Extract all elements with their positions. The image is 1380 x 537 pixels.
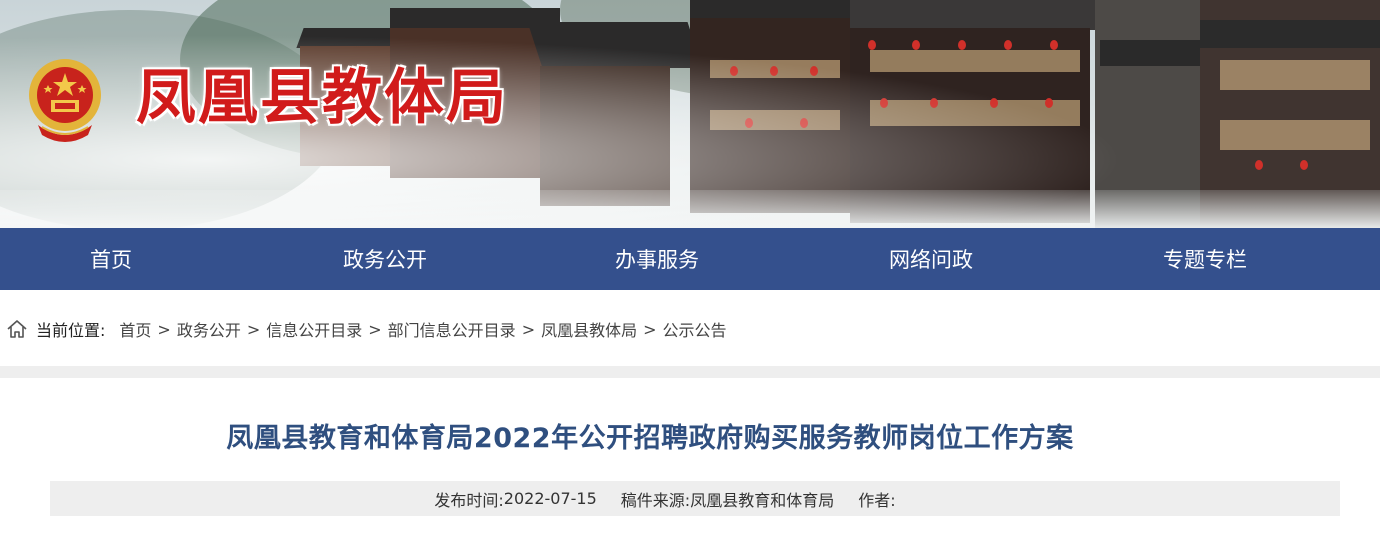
breadcrumb-label: 当前位置: [36,321,106,340]
breadcrumb-info-catalog[interactable]: 信息公开目录 [266,317,362,341]
section-divider [0,366,1380,378]
breadcrumb-announcements[interactable]: 公示公告 [663,317,727,341]
breadcrumb-department-catalog[interactable]: 部门信息公开目录 [388,317,516,341]
nav-item-online-inquiry[interactable]: 网络问政 [766,228,1096,290]
nav-item-government-affairs[interactable]: 政务公开 [222,228,548,290]
breadcrumb-home[interactable]: 首页 [119,317,151,341]
breadcrumb-separator: > [246,319,261,339]
breadcrumb-separator: > [368,319,382,339]
source-label: 稿件来源: [620,490,691,510]
breadcrumb-department[interactable]: 凤凰县教体局 [541,317,637,341]
home-icon [7,320,27,338]
article-title: 凤凰县教育和体育局2022年公开招聘政府购买服务教师岗位工作方案 [226,423,1074,454]
source-value: 凤凰县教育和体育局 [690,490,835,510]
site-title: 凤凰县教体局 [136,63,508,133]
nav-item-home[interactable]: 首页 [0,228,222,290]
breadcrumb: 当前位置: 首页 > 政务公开 > 信息公开目录 > 部门信息公开目录 > 凤凰… [0,290,1380,366]
header-banner: 凤凰县教体局 [0,0,1380,228]
publish-date: 2022-07-15 [503,489,597,508]
nav-item-special-topics[interactable]: 专题专栏 [1096,228,1314,290]
breadcrumb-separator: > [521,319,536,339]
national-emblem-icon [29,59,101,142]
breadcrumb-separator: > [157,319,171,339]
nav-item-services[interactable]: 办事服务 [548,228,766,290]
article-meta: 发布时间: 2022-07-15 稿件来源: 凤凰县教育和体育局 作者: [50,481,1340,516]
main-nav: 首页 政务公开 办事服务 网络问政 专题专栏 [0,228,1380,290]
breadcrumb-government-affairs[interactable]: 政务公开 [177,317,241,341]
publish-label: 发布时间: [434,490,504,510]
breadcrumb-separator: > [643,319,657,339]
author-label: 作者: [858,490,896,510]
